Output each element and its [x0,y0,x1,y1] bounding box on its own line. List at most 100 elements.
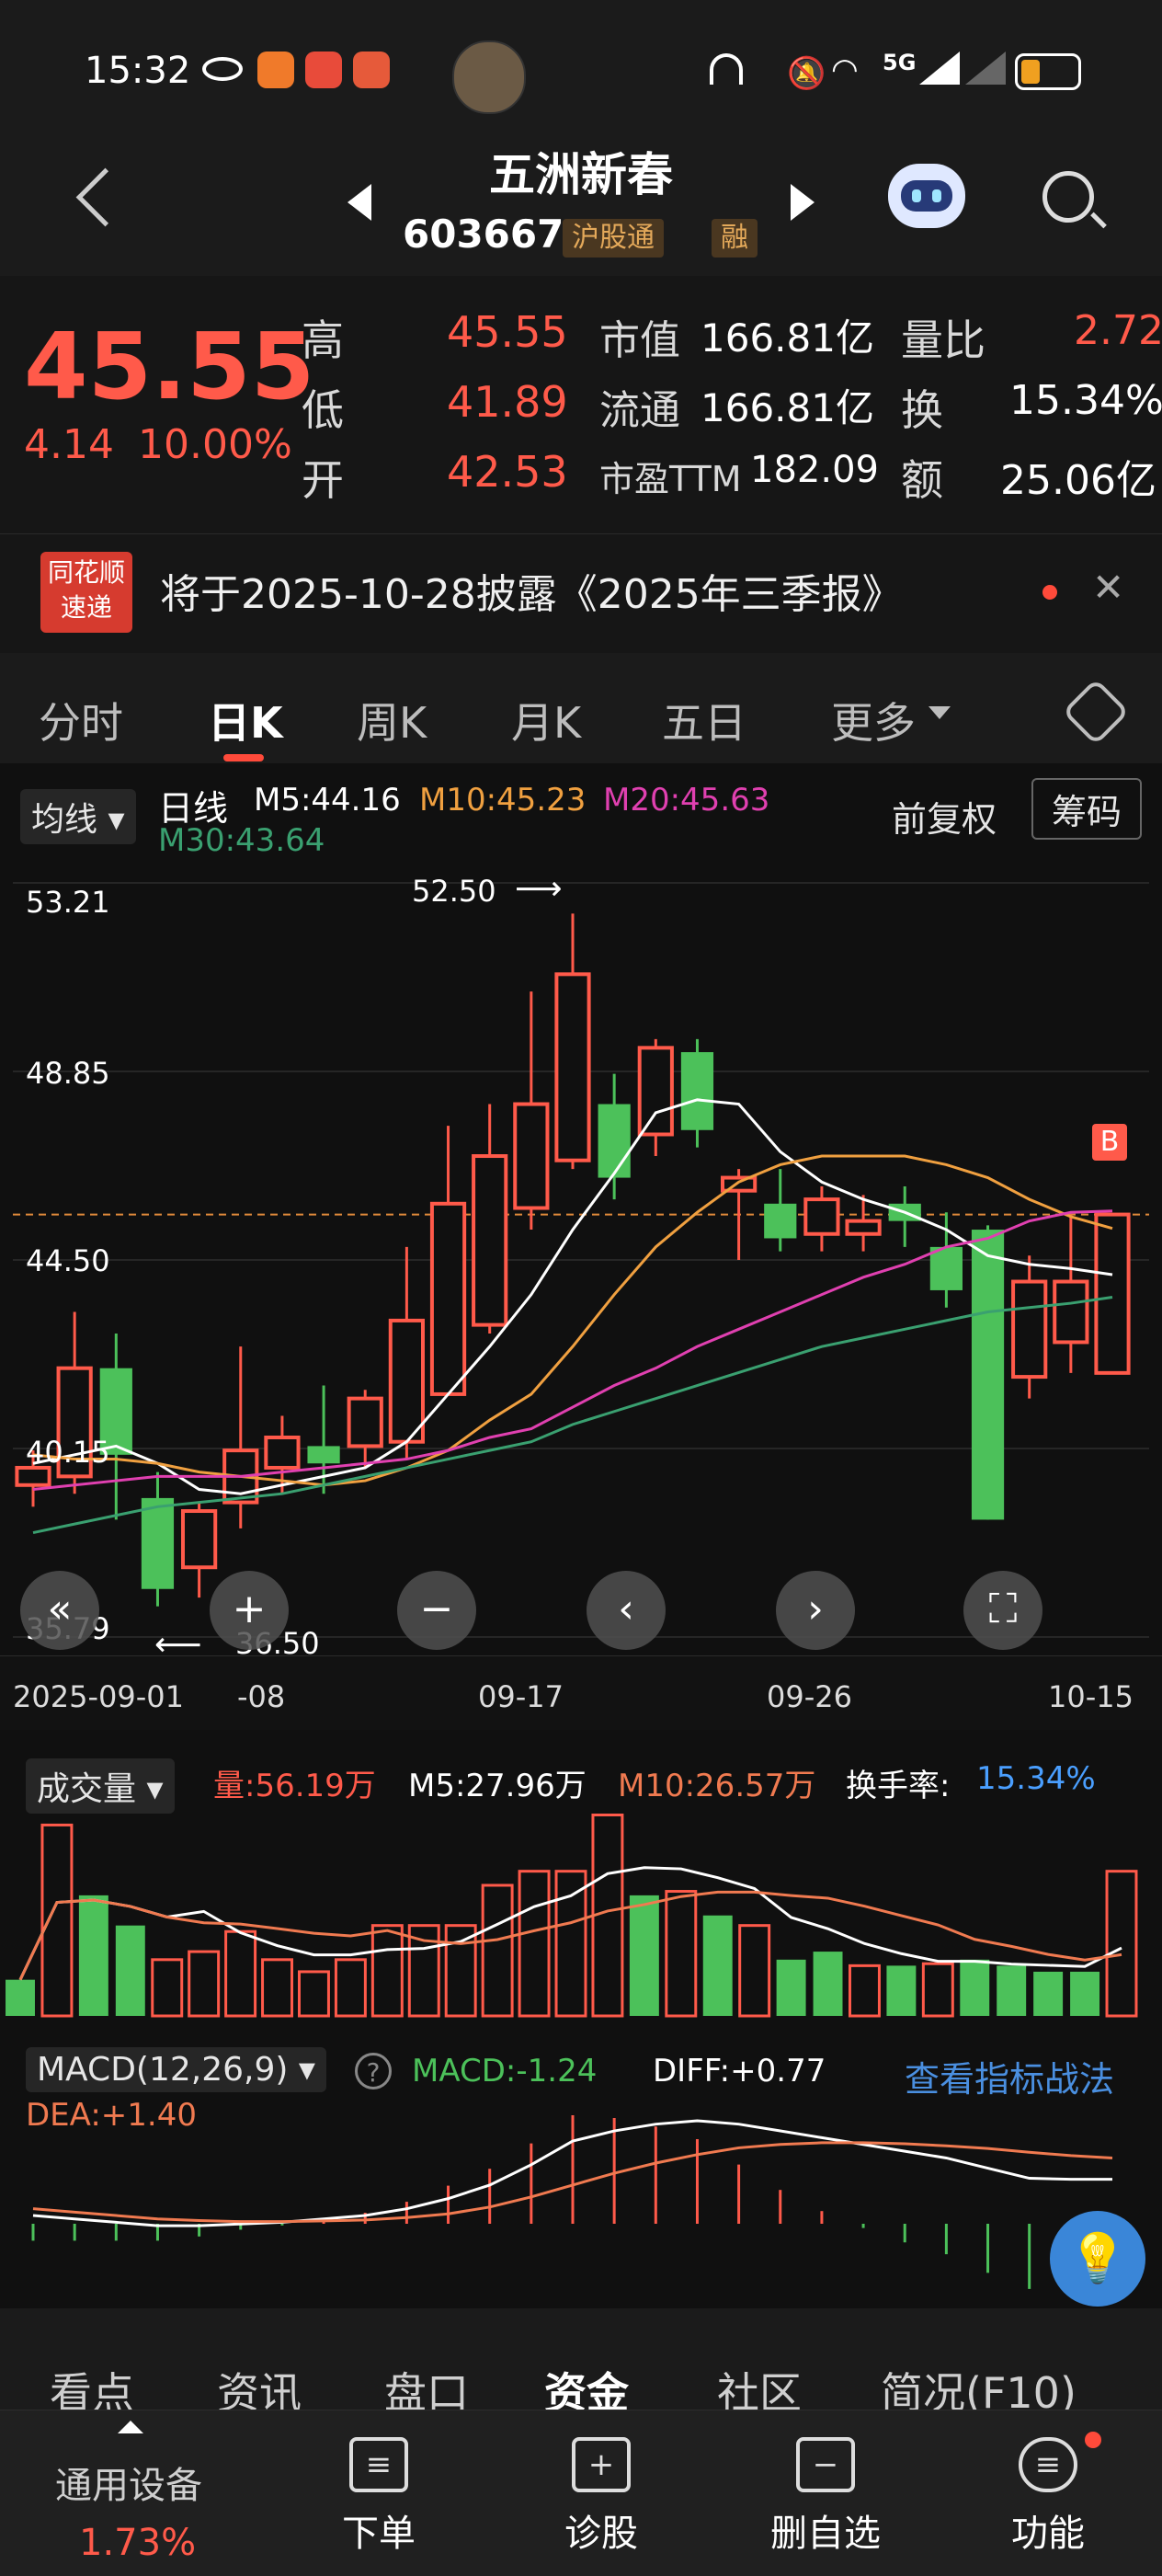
adjust-label[interactable]: 前复权 [892,791,997,841]
volume-bar [151,1958,184,2018]
candle-body [181,1509,218,1570]
tab-weekly-k[interactable]: 周K [357,690,427,750]
next-stock-icon[interactable] [791,184,815,221]
volume-bar [297,1970,330,2018]
turnover-label: 换 [901,385,943,435]
candle-10-14 [1053,1214,1089,1373]
pe-label: 市盈TTM [599,459,742,499]
order-icon[interactable]: ≡ [349,2437,408,2492]
more-dropdown-icon[interactable] [928,706,951,719]
volume-bar [1070,1971,1100,2016]
volume-bar [1105,1870,1138,2018]
tab-five-day[interactable]: 五日 [662,690,746,750]
nav-order[interactable]: 下单 [287,2503,471,2557]
nav-remove-watchlist[interactable]: 删自选 [734,2503,917,2557]
nav-functions[interactable]: 功能 [956,2503,1140,2557]
candle-body [15,1465,51,1487]
vr-value: 2.72 [1074,307,1162,354]
candle-body [513,1102,550,1210]
volume-bar [702,1915,733,2016]
candle-body [347,1396,383,1448]
ma-selector[interactable]: 均线 ▾ [20,789,136,844]
m5-value: M5:44.16 [254,782,401,819]
macd-selector-label: MACD(12,26,9) [37,2051,289,2089]
candle-body [307,1446,340,1464]
zoom-in-button[interactable]: + [210,1571,289,1650]
candle-body [472,1154,508,1327]
high-value: 45.55 [447,307,568,357]
macd-value: MACD:-1.24 [412,2053,598,2089]
volume-bar [886,1965,917,2016]
candle-body [680,1052,714,1130]
next-button[interactable]: › [776,1571,855,1650]
macd-chart[interactable] [0,2115,1162,2308]
volume-bar [629,1895,659,2016]
candle-10-15 [1094,1212,1131,1375]
prev-button[interactable]: ‹ [587,1571,666,1650]
functions-icon[interactable]: ≡ [1019,2437,1077,2492]
float-label: 流通 [599,387,680,434]
macd-selector[interactable]: MACD(12,26,9) ▾ [26,2047,326,2092]
volume-bar [6,1979,35,2016]
buy-marker: B [1092,1124,1127,1161]
help-icon[interactable]: ? [355,2053,392,2089]
y-axis-label-4: 40.15 [26,1435,110,1470]
volume-bar [188,1950,221,2018]
open-value: 42.53 [447,447,568,497]
search-icon[interactable] [1042,171,1107,229]
news-logo-bottom: 速递 [60,592,112,623]
tab-daily-k[interactable]: 日K [208,690,283,750]
candle-body [764,1203,797,1239]
x-axis-label-2: -08 [237,1679,286,1714]
status-time: 15:32 [85,50,191,92]
volume-bar [518,1870,551,2018]
candle-body [598,1104,631,1178]
candle-body [429,1201,467,1396]
high-arrow-icon: ⟶ [515,870,563,908]
tag-hgt: 沪股通 [563,219,664,258]
diagnose-icon[interactable]: + [572,2437,631,2492]
volume-bar [261,1958,294,2018]
current-price: 45.55 [24,313,315,420]
price-change: 4.14 [24,421,114,468]
volume-bar [665,1890,698,2018]
indicator-tactics-link[interactable]: 查看指标战法 [905,2051,1114,2101]
turnover-value: 15.34% [1009,377,1162,424]
candle-body [264,1435,301,1470]
red-dot-icon [1042,585,1057,600]
y-axis-label-3: 44.50 [26,1243,110,1278]
candle-body [1094,1212,1131,1375]
news-text[interactable]: 将于2025-10-28披露《2025年三季报》 [160,561,903,620]
volume-chart[interactable] [0,1803,1162,2023]
zoom-out-button[interactable]: − [397,1571,476,1650]
tab-intraday[interactable]: 分时 [39,690,123,750]
volume-bar [1033,1971,1064,2016]
avatar[interactable] [452,40,526,114]
robot-assistant-icon[interactable] [888,164,965,228]
volume-bar [997,1965,1027,2016]
tab-more[interactable]: 更多 [831,690,916,750]
fullscreen-button[interactable]: ⛶ [963,1571,1042,1650]
sector-name[interactable]: 通用设备 [55,2456,202,2509]
news-logo: 同花顺 速递 [40,552,132,633]
lightbulb-icon[interactable]: 💡 [1050,2211,1145,2307]
volume-bar [738,1924,771,2018]
close-icon[interactable]: ✕ [1092,565,1124,610]
rewind-button[interactable]: « [20,1571,99,1650]
volume-bar [554,1870,587,2018]
candle-body [388,1318,425,1444]
chips-button[interactable]: 筹码 [1031,778,1143,840]
stock-code: 603667 [403,212,564,257]
notification-dot-icon [1085,2432,1101,2448]
nav-diagnose[interactable]: 诊股 [509,2503,693,2557]
news-logo-top: 同花顺 [47,557,125,588]
candle-body [1011,1279,1048,1380]
tab-monthly-k[interactable]: 月K [511,690,581,750]
low-value: 41.89 [447,377,568,427]
candle-09-18 [554,913,591,1170]
expand-up-icon[interactable] [118,2421,143,2433]
candle-body [845,1219,882,1236]
remove-watchlist-icon[interactable]: − [796,2437,855,2492]
candle-09-11 [347,1390,383,1468]
pe-value: 182.09 [750,449,879,491]
